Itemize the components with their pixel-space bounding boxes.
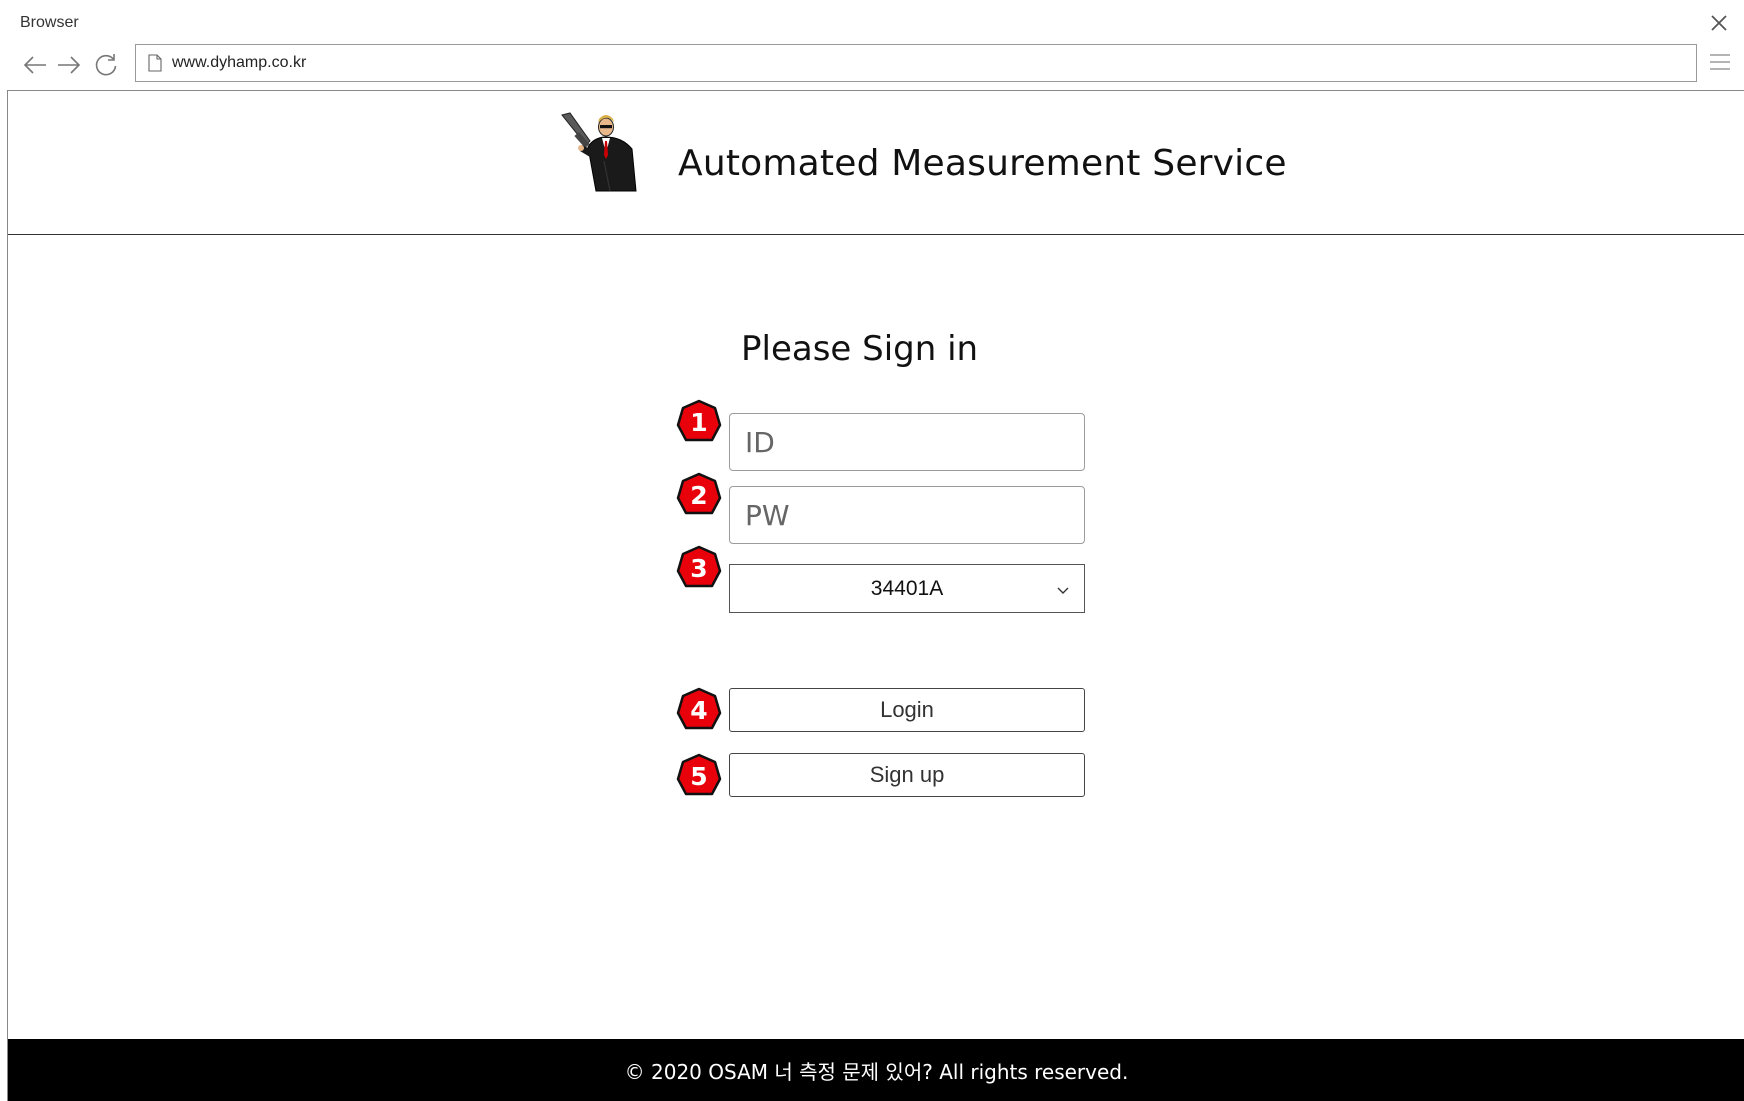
- step-marker-2: 2: [676, 472, 722, 518]
- browser-titlebar: Browser: [0, 0, 1744, 44]
- site-footer: © 2020 OSAM 너 측정 문제 있어? All rights reser…: [8, 1039, 1744, 1101]
- step-marker-3: 3: [676, 545, 722, 591]
- browser-title: Browser: [20, 14, 79, 31]
- pw-field-container: [729, 486, 1085, 544]
- signin-heading: Please Sign in: [741, 329, 979, 369]
- device-model-select[interactable]: 34401A: [729, 564, 1085, 613]
- login-button[interactable]: Login: [729, 688, 1085, 732]
- step-marker-4: 4: [676, 687, 722, 733]
- browser-navbar: www.dyhamp.co.kr: [0, 42, 1744, 90]
- password-input[interactable]: [730, 487, 1084, 543]
- site-header: Automated Measurement Service: [8, 91, 1744, 235]
- address-bar[interactable]: www.dyhamp.co.kr: [135, 44, 1697, 82]
- step-marker-5: 5: [676, 753, 722, 799]
- forward-arrow-icon[interactable]: [54, 50, 84, 80]
- signup-button[interactable]: Sign up: [729, 753, 1085, 797]
- id-field-container: [729, 413, 1085, 471]
- id-input[interactable]: [730, 414, 1084, 470]
- footer-copyright: © 2020 OSAM 너 측정 문제 있어? All rights reser…: [624, 1060, 1129, 1084]
- page-document-icon: [148, 54, 162, 72]
- device-model-selected-value: 34401A: [870, 576, 944, 600]
- address-bar-url: www.dyhamp.co.kr: [172, 54, 307, 71]
- reload-icon[interactable]: [91, 50, 121, 80]
- browser-window: Browser www.dyhamp.co.kr Automated Measu…: [0, 0, 1744, 1101]
- hamburger-menu-icon[interactable]: [1708, 50, 1732, 74]
- close-icon[interactable]: [1708, 12, 1730, 34]
- page-viewport: Automated Measurement Service Please Sig…: [7, 90, 1744, 1101]
- chevron-down-icon: [1056, 582, 1070, 596]
- site-title: Automated Measurement Service: [678, 143, 1287, 184]
- step-marker-1: 1: [676, 399, 722, 445]
- agent-with-gun-logo-icon: [560, 111, 642, 195]
- back-arrow-icon[interactable]: [20, 50, 50, 80]
